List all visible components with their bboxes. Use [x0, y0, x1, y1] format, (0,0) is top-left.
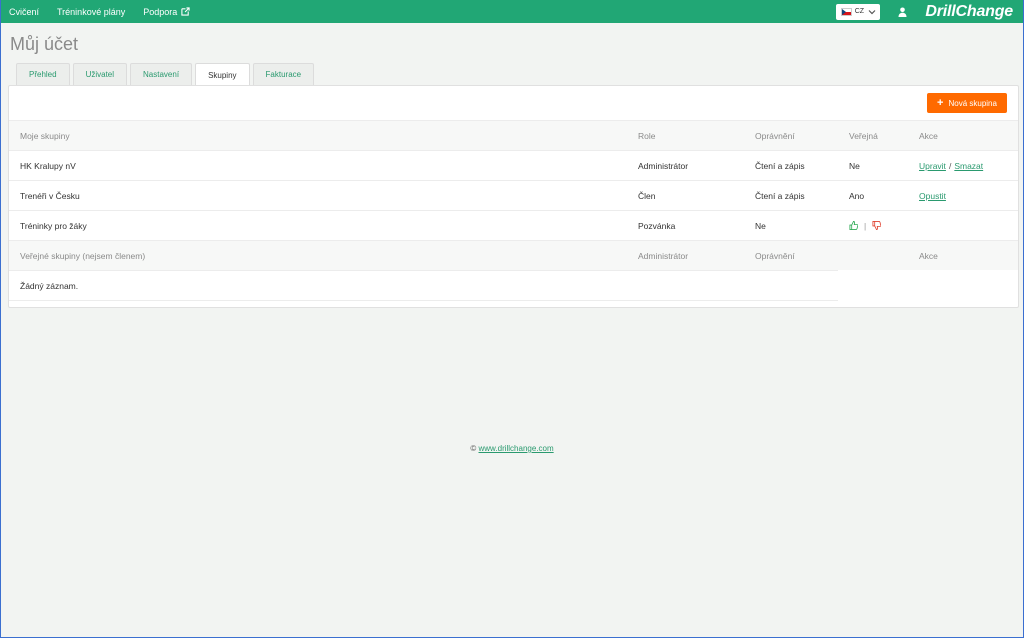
tab-fakturace[interactable]: Fakturace: [252, 63, 315, 85]
col-public: Veřejná: [849, 130, 878, 141]
invite-response: |: [849, 211, 882, 240]
group-role: Pozvánka: [638, 220, 676, 231]
topbar-right: CZ DrillChange: [836, 3, 1015, 21]
nav-treninkove-plany[interactable]: Tréninkové plány: [57, 7, 125, 17]
nav-cviceni[interactable]: Cvičení: [9, 7, 39, 17]
brand-logo[interactable]: DrillChange: [925, 3, 1013, 21]
top-navbar: Cvičení Tréninkové plány Podpora CZ Dril…: [1, 0, 1023, 23]
col-my-groups: Moje skupiny: [20, 130, 70, 141]
group-role: Administrátor: [638, 160, 689, 171]
leave-link[interactable]: Opustit: [919, 191, 946, 201]
tab-prehled[interactable]: Přehled: [16, 63, 70, 85]
col-permission: Oprávnění: [755, 130, 795, 141]
nav-podpora-label: Podpora: [143, 6, 178, 17]
col-public-groups: Veřejné skupiny (nejsem členem): [20, 250, 146, 261]
my-groups-header: Moje skupiny Role Oprávnění Veřejná Akce: [9, 120, 1018, 150]
col-actions: Akce: [919, 250, 938, 261]
language-selector[interactable]: CZ: [836, 3, 881, 20]
nav-podpora[interactable]: Podpora: [143, 7, 190, 17]
chevron-down-icon: [868, 9, 876, 14]
group-name: Trenéři v Česku: [20, 190, 80, 201]
group-permission: Čtení a zápis: [755, 160, 805, 171]
tab-uzivatel[interactable]: Uživatel: [72, 63, 128, 85]
group-public: Ne: [849, 160, 860, 171]
group-permission: Ne: [755, 220, 766, 231]
group-permission: Čtení a zápis: [755, 190, 805, 201]
groups-panel: + Nová skupina Moje skupiny Role Oprávně…: [8, 85, 1019, 308]
delete-link[interactable]: Smazat: [954, 161, 983, 171]
action-separator: /: [948, 160, 952, 171]
table-row: Trenéři v Česku Člen Čtení a zápis Ano O…: [9, 180, 1018, 210]
edit-link[interactable]: Upravit: [919, 161, 946, 171]
table-row: Tréninky pro žáky Pozvánka Ne |: [9, 210, 1018, 240]
tab-nastaveni[interactable]: Nastavení: [130, 63, 193, 85]
thumbs-down-icon[interactable]: [872, 221, 882, 230]
col-administrator: Administrátor: [638, 250, 689, 261]
external-link-icon: [181, 7, 190, 16]
plus-icon: +: [937, 96, 944, 109]
group-public: Ano: [849, 190, 865, 201]
col-actions: Akce: [919, 130, 938, 141]
table-row: HK Kralupy nV Administrátor Čtení a zápi…: [9, 150, 1018, 180]
copyright-symbol: ©: [470, 444, 477, 453]
col-permission: Oprávnění: [755, 250, 795, 261]
czech-flag-icon: [840, 7, 852, 16]
group-name: Tréninky pro žáky: [20, 220, 87, 231]
thumbs-up-icon[interactable]: [849, 221, 858, 230]
account-tabs: Přehled Uživatel Nastavení Skupiny Faktu…: [16, 63, 317, 86]
new-group-label: Nová skupina: [948, 98, 997, 108]
group-name: HK Kralupy nV: [20, 160, 76, 171]
group-actions: Upravit / Smazat: [919, 151, 983, 180]
user-icon[interactable]: [898, 7, 907, 17]
tab-skupiny[interactable]: Skupiny: [195, 63, 250, 86]
empty-text: Žádný záznam.: [20, 280, 79, 291]
page-title: Můj účet: [10, 34, 79, 54]
group-actions: Opustit: [919, 181, 946, 210]
new-group-button[interactable]: + Nová skupina: [927, 93, 1007, 113]
main-nav: Cvičení Tréninkové plány Podpora: [9, 7, 208, 17]
footer-link[interactable]: www.drillchange.com: [479, 444, 554, 453]
footer: © www.drillchange.com: [1, 444, 1023, 453]
group-role: Člen: [638, 190, 656, 201]
vote-separator: |: [864, 220, 867, 231]
public-groups-header: Veřejné skupiny (nejsem členem) Administ…: [9, 240, 1018, 270]
empty-row: Žádný záznam.: [9, 270, 838, 301]
language-code: CZ: [854, 8, 865, 15]
col-role: Role: [638, 130, 656, 141]
